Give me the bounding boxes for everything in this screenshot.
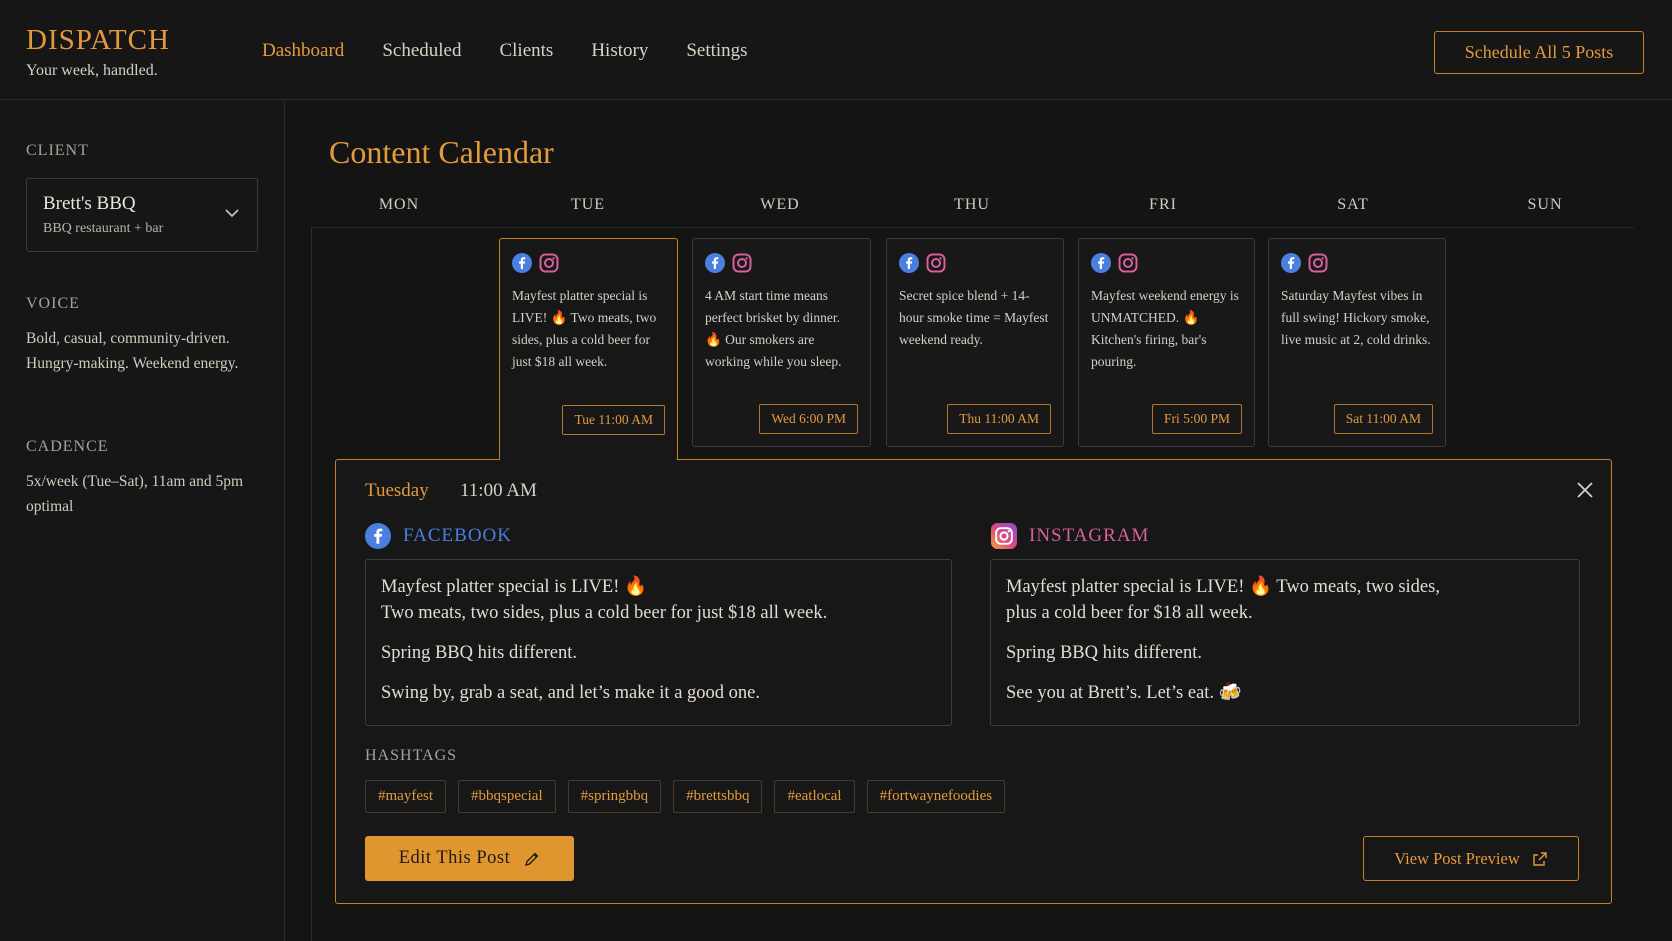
facebook-label: FACEBOOK xyxy=(403,525,512,546)
sidebar: CLIENT Brett's BBQ BBQ restaurant + bar … xyxy=(0,100,285,941)
facebook-header: FACEBOOK xyxy=(365,523,512,549)
schedule-all-button[interactable]: Schedule All 5 Posts xyxy=(1434,31,1644,74)
instagram-line-1: Mayfest platter special is LIVE! 🔥 Two m… xyxy=(1006,577,1440,597)
day-header-sat: SAT xyxy=(1337,196,1369,213)
view-post-preview-button[interactable]: View Post Preview xyxy=(1363,836,1579,881)
nav-dashboard[interactable]: Dashboard xyxy=(262,40,344,62)
brand[interactable]: DISPATCH Your week, handled. xyxy=(26,24,170,80)
facebook-post-text[interactable]: Mayfest platter special is LIVE! 🔥 Two m… xyxy=(365,559,952,726)
instagram-icon xyxy=(539,253,559,273)
post-time-pill[interactable]: Sat 11:00 AM xyxy=(1333,404,1433,434)
chevron-down-icon xyxy=(225,209,239,218)
detail-time: 11:00 AM xyxy=(460,480,537,501)
close-icon[interactable] xyxy=(1573,478,1597,502)
instagram-header: INSTAGRAM xyxy=(991,523,1149,549)
day-header-sun: SUN xyxy=(1527,196,1563,213)
post-card-sat[interactable]: Saturday Mayfest vibes in full swing! Hi… xyxy=(1268,238,1446,447)
post-card-wed[interactable]: 4 AM start time means perfect brisket by… xyxy=(692,238,871,447)
calendar-border xyxy=(311,227,312,941)
nav-history[interactable]: History xyxy=(591,40,648,62)
hashtag-eatlocal[interactable]: #eatlocal xyxy=(774,780,855,813)
nav-settings[interactable]: Settings xyxy=(686,40,747,62)
hashtag-springbbq[interactable]: #springbbq xyxy=(567,780,662,813)
facebook-line-4: Swing by, grab a seat, and let’s make it… xyxy=(381,683,760,703)
instagram-label: INSTAGRAM xyxy=(1029,525,1150,546)
post-time-pill[interactable]: Wed 6:00 PM xyxy=(759,404,858,434)
facebook-icon xyxy=(1281,253,1301,273)
hashtag-brettsbbq[interactable]: #brettsbbq xyxy=(673,780,763,813)
nav-clients[interactable]: Clients xyxy=(499,40,553,62)
instagram-line-4: See you at Brett’s. Let’s eat. 🍻 xyxy=(1006,683,1242,703)
post-detail-panel: Tuesday 11:00 AM FACEBOOK Mayfest platte… xyxy=(335,459,1612,904)
facebook-icon xyxy=(705,253,725,273)
day-header-fri: FRI xyxy=(1149,196,1177,213)
main-nav: Dashboard Scheduled Clients History Sett… xyxy=(262,40,786,62)
brand-name[interactable]: DISPATCH xyxy=(26,24,170,56)
day-header-wed: WED xyxy=(760,196,800,213)
instagram-icon xyxy=(1118,253,1138,273)
pencil-icon xyxy=(525,852,539,866)
instagram-post-text[interactable]: Mayfest platter special is LIVE! 🔥 Two m… xyxy=(990,559,1580,726)
post-card-text: Mayfest weekend energy is UNMATCHED. 🔥 K… xyxy=(1091,288,1239,369)
day-header-tue: TUE xyxy=(570,196,606,213)
post-card-text: Mayfest platter special is LIVE! 🔥 Two m… xyxy=(512,288,657,369)
instagram-icon xyxy=(926,253,946,273)
detail-day: Tuesday xyxy=(365,480,429,501)
external-link-icon xyxy=(1533,851,1547,866)
edit-post-button[interactable]: Edit This Post xyxy=(365,836,574,881)
calendar-divider xyxy=(311,227,1634,228)
instagram-icon xyxy=(1308,253,1328,273)
page-title: Content Calendar xyxy=(329,134,554,170)
instagram-line-2: plus a cold beer for $18 all week. xyxy=(1006,603,1253,623)
post-card-thu[interactable]: Secret spice blend + 14-hour smoke time … xyxy=(886,238,1064,447)
instagram-icon xyxy=(732,253,752,273)
cadence-label: CADENCE xyxy=(26,438,109,455)
facebook-icon xyxy=(512,253,532,273)
post-time-pill[interactable]: Tue 11:00 AM xyxy=(562,405,665,435)
hashtags-label: HASHTAGS xyxy=(365,747,458,764)
hashtag-bbqspecial[interactable]: #bbqspecial xyxy=(457,780,556,813)
view-post-preview-label: View Post Preview xyxy=(1394,848,1520,868)
client-name: Brett's BBQ xyxy=(43,193,136,214)
hashtag-list: #mayfest #bbqspecial #springbbq #brettsb… xyxy=(365,780,1017,813)
post-card-text: Secret spice blend + 14-hour smoke time … xyxy=(899,288,1049,347)
post-time-pill[interactable]: Thu 11:00 AM xyxy=(947,404,1051,434)
day-header-mon: MON xyxy=(378,196,420,213)
top-bar: DISPATCH Your week, handled. Dashboard S… xyxy=(0,0,1672,100)
facebook-line-2: Two meats, two sides, plus a cold beer f… xyxy=(381,603,828,623)
post-card-text: Saturday Mayfest vibes in full swing! Hi… xyxy=(1281,288,1431,347)
cadence-text: 5x/week (Tue–Sat), 11am and 5pm optimal xyxy=(26,473,244,515)
post-card-text: 4 AM start time means perfect brisket by… xyxy=(705,288,842,369)
instagram-line-3: Spring BBQ hits different. xyxy=(1006,643,1202,663)
facebook-line-1: Mayfest platter special is LIVE! 🔥 xyxy=(381,577,648,597)
facebook-icon xyxy=(899,253,919,273)
post-card-tue[interactable]: Mayfest platter special is LIVE! 🔥 Two m… xyxy=(499,238,678,460)
nav-scheduled[interactable]: Scheduled xyxy=(382,40,461,62)
day-header-thu: THU xyxy=(954,196,990,213)
post-card-fri[interactable]: Mayfest weekend energy is UNMATCHED. 🔥 K… xyxy=(1078,238,1255,447)
facebook-icon xyxy=(365,523,391,549)
voice-label: VOICE xyxy=(26,295,80,312)
post-time-pill[interactable]: Fri 5:00 PM xyxy=(1151,404,1242,434)
edit-post-label: Edit This Post xyxy=(398,848,511,868)
brand-tagline: Your week, handled. xyxy=(26,62,158,79)
facebook-icon xyxy=(1091,253,1111,273)
hashtag-fortwaynefoodies[interactable]: #fortwaynefoodies xyxy=(866,780,1006,813)
hashtag-mayfest[interactable]: #mayfest xyxy=(365,780,446,813)
facebook-line-3: Spring BBQ hits different. xyxy=(381,643,577,663)
client-type: BBQ restaurant + bar xyxy=(43,221,164,236)
voice-text: Bold, casual, community-driven. Hungry-m… xyxy=(26,330,239,372)
instagram-icon xyxy=(991,523,1017,549)
client-label: CLIENT xyxy=(26,142,89,159)
client-select[interactable]: Brett's BBQ BBQ restaurant + bar xyxy=(26,178,258,252)
